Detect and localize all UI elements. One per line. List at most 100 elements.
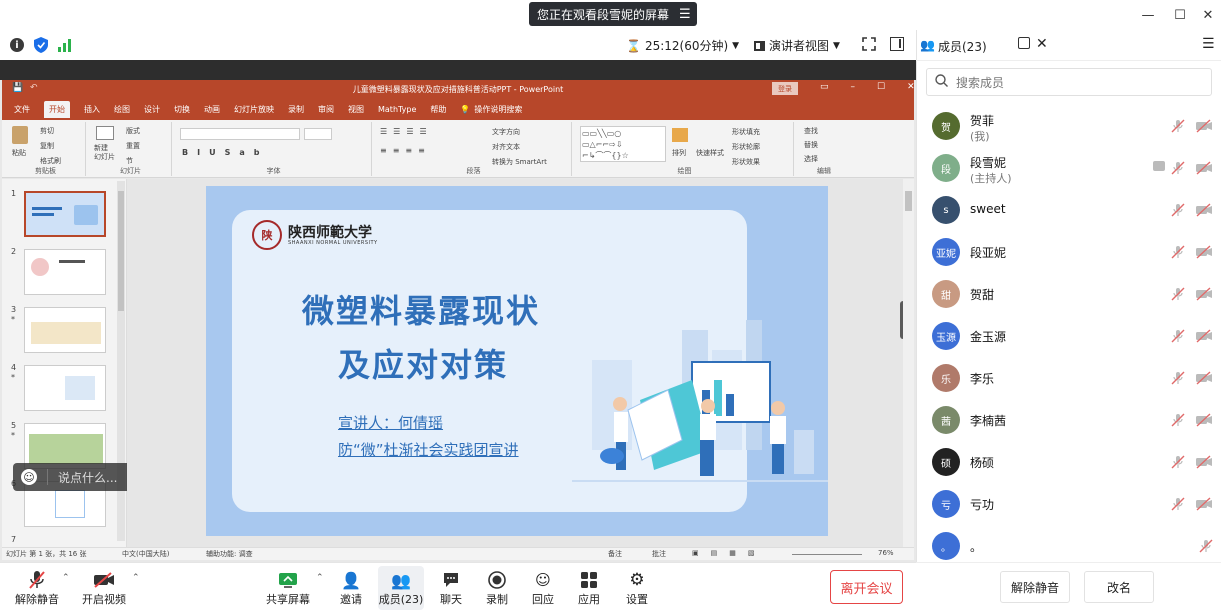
share-screen-button[interactable]: 共享屏幕 xyxy=(264,569,312,609)
view-buttons[interactable]: ▣▤▦▧ xyxy=(692,549,766,557)
ppt-tab-active[interactable]: 开始 xyxy=(44,100,70,118)
member-row[interactable]: 乐李乐 xyxy=(916,357,1221,399)
search-input[interactable]: 搜索成员 xyxy=(956,74,1004,91)
mic-muted-icon[interactable] xyxy=(1171,413,1185,427)
mic-muted-icon[interactable] xyxy=(1171,287,1185,301)
menu-lines-icon[interactable]: ☰ xyxy=(679,7,691,22)
arrange-button[interactable]: 排列 xyxy=(672,148,686,158)
ppt-tab[interactable]: 绘图 xyxy=(114,104,130,115)
copy-button[interactable]: 复制 xyxy=(40,141,54,151)
chat-button[interactable]: 聊天 xyxy=(426,569,476,609)
slide-thumbnail[interactable] xyxy=(24,249,106,295)
status-notes[interactable]: 备注 xyxy=(608,549,622,559)
member-row[interactable]: 。。 xyxy=(916,525,1221,567)
sidebar-toggle-icon[interactable] xyxy=(890,37,904,51)
member-row[interactable]: 亏亏功 xyxy=(916,483,1221,525)
invite-button[interactable]: 👤 邀请 xyxy=(326,569,376,609)
slide-thumbnail[interactable] xyxy=(24,191,106,237)
camera-off-icon[interactable] xyxy=(1195,455,1213,469)
mic-muted-icon[interactable] xyxy=(1171,371,1185,385)
shape-outline-button[interactable]: 形状轮廓 xyxy=(732,142,760,152)
close-window-button[interactable]: ✕ xyxy=(1198,5,1218,25)
status-comments[interactable]: 批注 xyxy=(652,549,666,559)
member-row[interactable]: 玉源 金玉源 xyxy=(916,315,1221,357)
apps-button[interactable]: 应用 xyxy=(564,569,614,609)
members-button[interactable]: 👥 成员(23) xyxy=(378,566,424,610)
camera-off-icon[interactable] xyxy=(1195,371,1213,385)
member-row[interactable]: 亚妮 段亚妮 xyxy=(916,231,1221,273)
new-slide-button[interactable]: 新建 幻灯片 xyxy=(94,144,115,162)
ppt-login-button[interactable]: 登录 xyxy=(772,82,798,95)
chat-input[interactable]: 说点什么... xyxy=(58,469,117,486)
ppt-tab[interactable]: 动画 xyxy=(204,104,220,115)
member-row[interactable]: 茜李楠茜 xyxy=(916,399,1221,441)
popout-icon[interactable] xyxy=(1018,37,1030,49)
mic-muted-icon[interactable] xyxy=(1171,161,1185,175)
text-direction-button[interactable]: 文字方向 xyxy=(492,127,520,137)
member-search[interactable]: 搜索成员 xyxy=(926,68,1212,96)
member-row[interactable]: 硕杨硕 xyxy=(916,441,1221,483)
camera-off-icon[interactable] xyxy=(1195,497,1213,511)
shapes-gallery[interactable]: ▭▭╲╲▭○ ▭△⌐⌐⇨⇩ ⌐↳⌒⌒{}☆ xyxy=(580,126,666,162)
ppt-tab[interactable]: 审阅 xyxy=(318,104,334,115)
unmute-button[interactable]: 解除静音 xyxy=(8,569,66,609)
member-row[interactable]: 甜贺甜 xyxy=(916,273,1221,315)
ppt-tab[interactable]: 帮助 xyxy=(430,104,446,115)
ppt-tab[interactable]: 设计 xyxy=(144,104,160,115)
menu-icon[interactable]: ☰ xyxy=(1202,36,1215,52)
start-video-button[interactable]: 开启视频 xyxy=(76,569,132,609)
chevron-up-icon[interactable]: ⌃ xyxy=(316,573,324,583)
camera-off-icon[interactable] xyxy=(1195,119,1213,133)
maximize-button[interactable]: ☐ xyxy=(1170,5,1190,25)
ppt-tab[interactable]: 切换 xyxy=(174,104,190,115)
mic-muted-icon[interactable] xyxy=(1171,245,1185,259)
ppt-tab[interactable]: 插入 xyxy=(84,104,100,115)
undo-icon[interactable]: ↶ xyxy=(30,83,38,93)
close-icon[interactable]: ✕ xyxy=(1036,36,1048,52)
info-icon[interactable]: i xyxy=(10,38,24,52)
paste-button[interactable]: 粘贴 xyxy=(12,148,26,158)
ppt-tab[interactable]: 视图 xyxy=(348,104,364,115)
camera-off-icon[interactable] xyxy=(1195,329,1213,343)
slide-vertical-scrollbar[interactable] xyxy=(903,179,914,547)
member-row[interactable]: 段段雪妮 (主持人) xyxy=(916,147,1221,189)
layout-button[interactable]: 版式 xyxy=(126,126,140,136)
replace-button[interactable]: 替换 xyxy=(804,140,818,150)
ppt-tab[interactable]: 幻灯片放映 xyxy=(234,104,274,115)
quick-styles-button[interactable]: 快速样式 xyxy=(696,148,724,158)
ppt-search-tab[interactable]: 操作说明搜索 xyxy=(474,104,522,115)
format-painter-button[interactable]: 格式刷 xyxy=(40,156,61,166)
camera-off-icon[interactable] xyxy=(1195,245,1213,259)
unmute-all-button[interactable]: 解除静音 xyxy=(1000,571,1070,603)
member-row[interactable]: s sweet xyxy=(916,189,1221,231)
record-button[interactable]: 录制 xyxy=(472,569,522,609)
font-style-buttons[interactable]: BIUSab xyxy=(182,148,268,157)
font-size-select[interactable] xyxy=(304,128,332,140)
chevron-up-icon[interactable]: ⌃ xyxy=(132,573,140,583)
members-panel-title[interactable]: 成员(23) xyxy=(938,38,987,55)
clipboard-icon[interactable] xyxy=(12,126,28,144)
cut-button[interactable]: 剪切 xyxy=(40,126,54,136)
settings-button[interactable]: ⚙ 设置 xyxy=(612,569,662,609)
ppt-tab[interactable]: MathType xyxy=(378,105,416,114)
align-text-button[interactable]: 对齐文本 xyxy=(492,142,520,152)
reactions-button[interactable]: ☺ 回应 xyxy=(518,569,568,609)
mic-muted-icon[interactable] xyxy=(1171,497,1185,511)
arrange-icon[interactable] xyxy=(672,128,688,142)
camera-off-icon[interactable] xyxy=(1195,203,1213,217)
mic-muted-icon[interactable] xyxy=(1171,119,1185,133)
camera-off-icon[interactable] xyxy=(1195,413,1213,427)
meeting-timer[interactable]: ⌛ 25:12(60分钟) ▼ xyxy=(626,37,739,54)
smiley-icon[interactable]: ☺ xyxy=(21,469,37,485)
ppt-tab[interactable]: 文件 xyxy=(14,104,30,115)
camera-off-icon[interactable] xyxy=(1195,161,1213,175)
view-mode-dropdown[interactable]: 演讲者视图 ▼ xyxy=(754,37,840,54)
select-button[interactable]: 选择 xyxy=(804,154,818,164)
new-slide-icon[interactable] xyxy=(96,126,114,140)
rename-button[interactable]: 改名 xyxy=(1084,571,1154,603)
camera-off-icon[interactable] xyxy=(1195,287,1213,301)
font-family-select[interactable] xyxy=(180,128,300,140)
save-icon[interactable]: 💾 xyxy=(12,83,23,93)
chevron-up-icon[interactable]: ⌃ xyxy=(62,573,70,583)
leave-meeting-button[interactable]: 离开会议 xyxy=(830,570,903,604)
